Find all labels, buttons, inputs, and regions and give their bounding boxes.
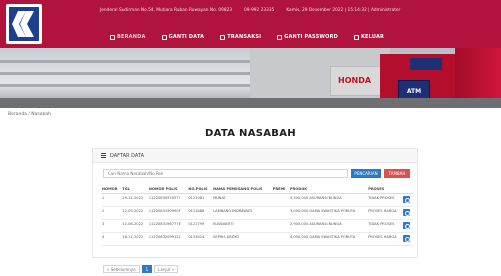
top-header: Jenderal Sudirman No.54, Mutiara Ruban R… <box>0 0 501 48</box>
address-text: Jenderal Sudirman No.54, Mutiara Ruban R… <box>100 8 233 13</box>
view-icon[interactable] <box>403 209 411 216</box>
nav-beranda[interactable]: BERANDA <box>110 34 146 40</box>
nav-transaksi[interactable]: TRANSAKSI <box>220 34 261 40</box>
cell: 12-05-2022 <box>121 206 148 220</box>
view-icon[interactable] <box>403 222 411 229</box>
info-bar: Jenderal Sudirman No.54, Mutiara Ruban R… <box>100 8 480 18</box>
cell: 29-11-2022 <box>121 193 148 207</box>
cell: 3,500,000 ASURANSI BUNGA <box>288 193 368 207</box>
breadcrumb[interactable]: Beranda / Nasabah <box>8 112 51 117</box>
nav-label: TRANSAKSI <box>227 34 262 40</box>
cell: 12-06-2022 <box>121 219 148 233</box>
cell-action <box>402 193 413 207</box>
main-nav: BERANDA GANTI DATA TRANSAKSI GANTI PASSW… <box>110 34 384 40</box>
cell: 1122083092057I <box>147 193 188 207</box>
view-icon[interactable] <box>403 196 411 203</box>
nav-keluar[interactable]: KELUAR <box>353 34 385 40</box>
key-icon <box>277 34 283 40</box>
panel-title: DAFTAR DATA <box>110 152 145 159</box>
nav-label: GANTI PASSWORD <box>284 34 338 40</box>
cell: SEPRIS ARDYO <box>212 232 272 246</box>
cell <box>271 206 289 220</box>
cell: 3 <box>101 219 122 233</box>
pagination: « Sebelumnya 1 Lanjut » <box>103 265 179 273</box>
cell: 2,900,000 ASURANSI BUNGA <box>288 219 368 233</box>
nav-label: BERANDA <box>117 34 146 40</box>
cell-action <box>402 206 413 220</box>
cell: 0121081 <box>187 193 213 207</box>
cell <box>271 232 289 246</box>
cell: KUSWANTO <box>212 219 272 233</box>
table-row: 4 16-11-2022 11220832099121 0133424 SEPR… <box>101 232 413 246</box>
table-row: 3 12-06-2022 1122083196777E 0122799 KUSW… <box>101 219 413 233</box>
cell: LAMBANG INDRAWATI <box>212 206 272 220</box>
nav-label: KELUAR <box>360 34 385 40</box>
column-header: PROSES <box>367 185 403 194</box>
panel-header: DAFTAR DATA <box>93 149 417 163</box>
user-icon <box>161 34 167 40</box>
building-stripe <box>0 84 260 87</box>
cell: 11220832099121 <box>147 232 188 246</box>
cell: PROSES HARGA <box>367 232 403 246</box>
column-header-action <box>402 185 413 194</box>
cell: 1122083190990F <box>147 206 188 220</box>
search-button[interactable]: PENCARIAN <box>351 169 381 178</box>
table-row: 1 29-11-2022 1122083092057I 0121081 MUNA… <box>101 193 413 207</box>
banner-image: HONDA ATM <box>0 48 501 108</box>
search-input[interactable] <box>103 169 348 178</box>
bank-logo[interactable] <box>6 4 42 44</box>
building-stripe <box>0 72 260 75</box>
cell: 2 <box>101 206 122 220</box>
nav-label: GANTI DATA <box>168 34 205 40</box>
logout-icon <box>353 34 359 40</box>
cell: MUNAT <box>212 193 272 207</box>
view-icon[interactable] <box>403 235 411 242</box>
column-header: NOMOR <box>101 185 122 194</box>
nav-ganti-password[interactable]: GANTI PASSWORD <box>277 34 338 40</box>
cell: 1 <box>101 193 122 207</box>
column-header: TGL <box>121 185 148 194</box>
pagination-prev[interactable]: « Sebelumnya <box>103 265 140 273</box>
pagination-current[interactable]: 1 <box>141 265 153 273</box>
home-icon <box>110 34 115 40</box>
column-header: PREMI <box>271 185 289 194</box>
building-stripe <box>0 60 260 63</box>
honda-sign-text: HONDA <box>338 76 372 85</box>
cell: 1122083196777E <box>147 219 188 233</box>
cell: TIDAK PROSES <box>367 193 403 207</box>
nav-ganti-data[interactable]: GANTI DATA <box>161 34 205 40</box>
cell: 0122799 <box>187 219 213 233</box>
cell <box>271 219 289 233</box>
cell: 16-11-2022 <box>121 232 148 246</box>
column-header: NOMOR POLIS <box>147 185 188 194</box>
phone-text: 09-992 23335 <box>244 8 275 13</box>
cell: PROSES HARGA <box>367 206 403 220</box>
cell: 4,000,000 GAMA SWASTIKA PORUTA <box>288 232 368 246</box>
bank-sign <box>410 58 442 70</box>
cell-action <box>402 219 413 233</box>
cell-action <box>402 232 413 246</box>
table-row: 2 12-05-2022 1122083190990F 0113488 LAMB… <box>101 206 413 220</box>
pagination-next[interactable]: Lanjut » <box>154 265 179 273</box>
nasabah-table: NOMOR TGL NOMOR POLIS NO.POLIS NAMA PEME… <box>101 185 413 246</box>
cell: 0133424 <box>187 232 213 246</box>
column-header: NO.POLIS <box>187 185 213 194</box>
page-title: DATA NASABAH <box>205 128 296 139</box>
search-row: PENCARIAN TAMBAH <box>103 169 411 178</box>
money-icon <box>220 34 226 40</box>
table-header-row: NOMOR TGL NOMOR POLIS NO.POLIS NAMA PEME… <box>101 185 413 194</box>
datetime-text: Kamis, 29 Desember 2022 | 15:14:32 | Adm… <box>286 8 401 13</box>
cell: 0113488 <box>187 206 213 220</box>
bank-logo-icon <box>9 7 39 41</box>
cell: TIDAK PROSES <box>367 219 403 233</box>
cell: 4 <box>101 232 122 246</box>
column-header: NAMA PEMEGANG POLIS <box>212 185 272 194</box>
cell <box>271 193 289 207</box>
cell: 3,000,000 GAMA SWASTIKA PORUTA <box>288 206 368 220</box>
street-floor <box>0 98 501 108</box>
list-icon <box>101 153 106 158</box>
column-header: PRODUK <box>288 185 368 194</box>
data-panel: DAFTAR DATA PENCARIAN TAMBAH NOMOR TGL N… <box>92 148 418 273</box>
add-button[interactable]: TAMBAH <box>384 169 410 178</box>
